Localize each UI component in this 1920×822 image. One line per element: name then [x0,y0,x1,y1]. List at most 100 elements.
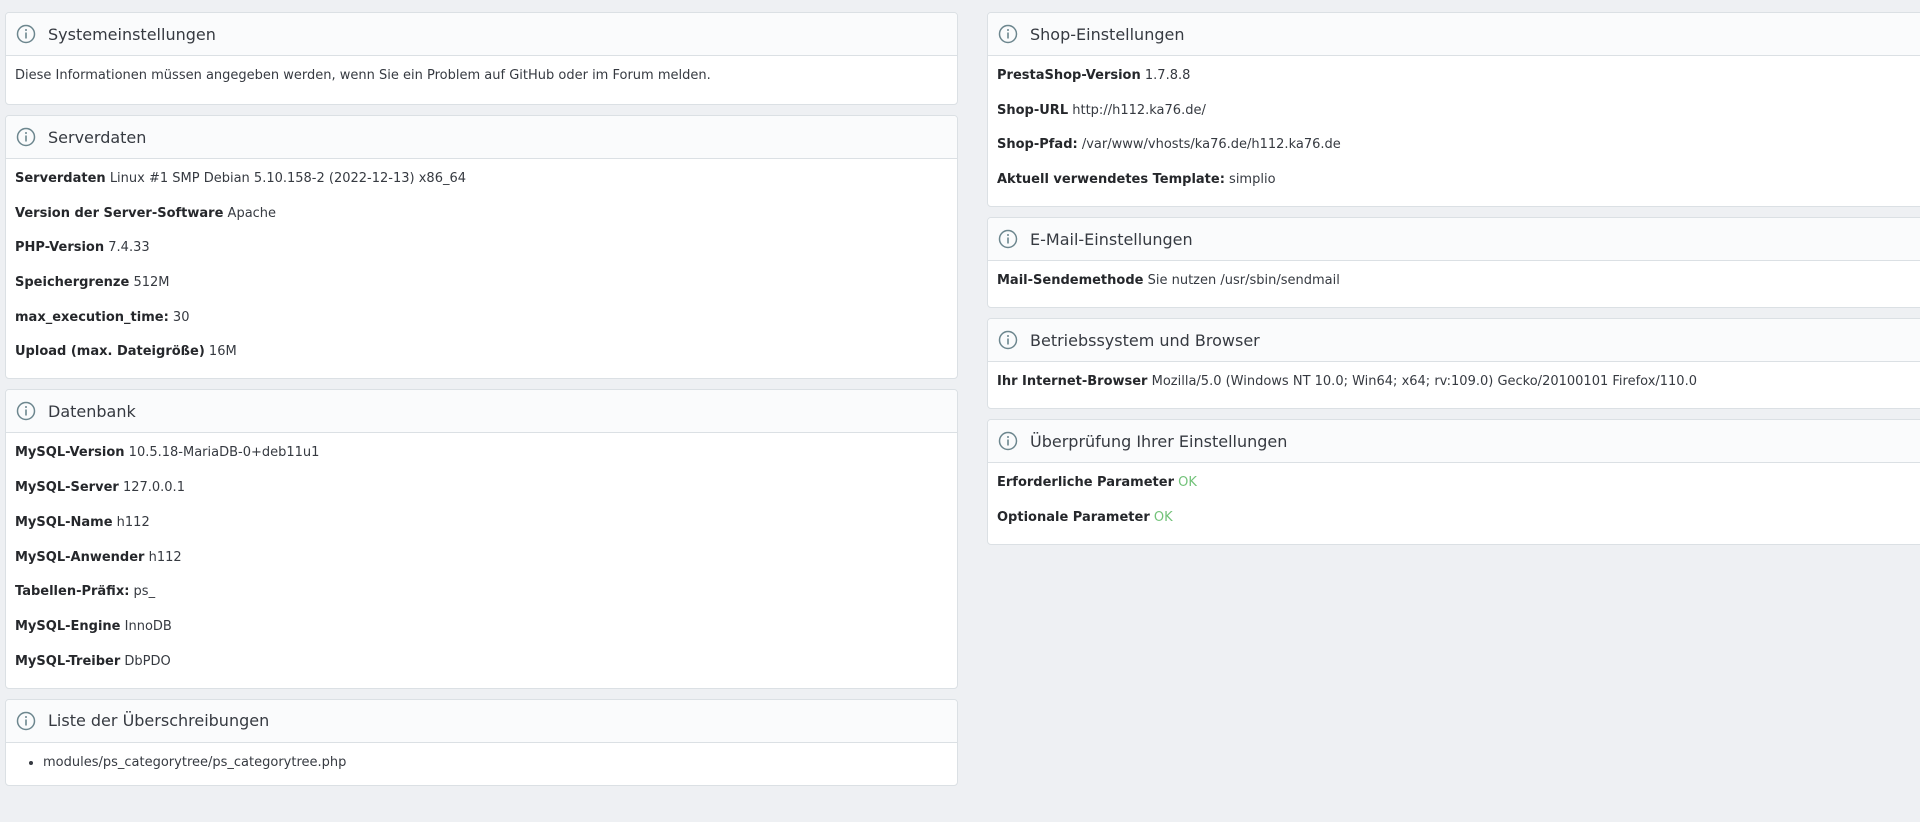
panel-header: Datenbank [6,390,957,434]
info-row: Serverdaten Linux #1 SMP Debian 5.10.158… [15,169,948,204]
info-icon [16,711,36,731]
right-column: Shop-Einstellungen PrestaShop-Version 1.… [987,12,1920,555]
panel-title: Datenbank [48,401,136,421]
row-value: 16M [208,344,237,360]
panel-title: Betriebssystem und Browser [1030,330,1260,350]
row-value: Apache [227,205,277,221]
panel-title: Systemeinstellungen [48,24,216,44]
row-value: http://h112.ka76.de/ [1072,102,1206,118]
panel-server-data: Serverdaten Serverdaten Linux #1 SMP Deb… [5,115,958,380]
row-label: Erforderliche Parameter [997,475,1174,491]
row-label: Optionale Parameter [997,509,1150,525]
info-row: Version der Server-Software Apache [15,204,948,239]
panel-header: Serverdaten [6,116,957,159]
info-row: Ihr Internet-Browser Mozilla/5.0 (Window… [997,372,1917,396]
panel-header: E-Mail-Einstellungen [988,218,1920,262]
panel-overrides: Liste der Überschreibungen modules/ps_ca… [5,698,958,786]
info-row: PrestaShop-Version 1.7.8.8 [997,66,1917,101]
panel-header: Systemeinstellungen [6,13,957,56]
panel-header: Shop-Einstellungen [988,13,1920,56]
row-label: Tabellen-Präfix: [15,584,130,600]
info-row: Erforderliche Parameter OK [997,473,1917,508]
panel-body: modules/ps_categorytree/ps_categorytree.… [6,743,957,785]
info-row: max_execution_time: 30 [15,308,948,343]
panel-shop-settings: Shop-Einstellungen PrestaShop-Version 1.… [987,12,1920,208]
row-label: PrestaShop-Version [997,68,1141,83]
info-row: MySQL-Engine InnoDB [15,617,948,652]
info-row: Mail-Sendemethode Sie nutzen /usr/sbin/s… [997,271,1917,295]
info-icon [16,24,36,44]
row-label: MySQL-Version [15,445,125,461]
info-row: Aktuell verwendetes Template: simplio [997,170,1917,194]
row-value: ps_ [133,584,156,600]
status-ok: OK [1178,475,1197,491]
info-row: Shop-Pfad: /var/www/vhosts/ka76.de/h112.… [997,135,1917,170]
info-icon [998,431,1018,451]
row-label: MySQL-Engine [15,618,121,634]
info-row: MySQL-Version 10.5.18-MariaDB-0+deb11u1 [15,443,948,478]
info-row: MySQL-Treiber DbPDO [15,652,948,676]
row-value: 10.5.18-MariaDB-0+deb11u1 [128,445,320,461]
panel-body: PrestaShop-Version 1.7.8.8 Shop-URL http… [988,56,1920,206]
row-value: DbPDO [124,653,171,669]
row-value: 127.0.0.1 [122,480,185,496]
row-value: 512M [133,275,170,291]
row-label: Shop-URL [997,102,1069,118]
info-row: MySQL-Anwender h112 [15,548,948,583]
row-value: 1.7.8.8 [1144,68,1191,83]
row-value: InnoDB [124,618,172,634]
info-row: MySQL-Name h112 [15,513,948,548]
panel-database: Datenbank MySQL-Version 10.5.18-MariaDB-… [5,389,958,689]
row-label: MySQL-Anwender [15,549,145,565]
row-value: h112 [148,549,182,565]
panel-body: MySQL-Version 10.5.18-MariaDB-0+deb11u1 … [6,433,957,687]
panel-body: Ihr Internet-Browser Mozilla/5.0 (Window… [988,362,1920,408]
row-label: Speichergrenze [15,275,130,291]
panel-body: Serverdaten Linux #1 SMP Debian 5.10.158… [6,159,957,378]
row-label: Ihr Internet-Browser [997,374,1148,390]
info-icon [998,24,1018,44]
info-row: Optionale Parameter OK [997,508,1917,532]
panel-header: Überprüfung Ihrer Einstellungen [988,420,1920,464]
panel-mail-settings: E-Mail-Einstellungen Mail-Sendemethode S… [987,217,1920,309]
info-row: Speichergrenze 512M [15,273,948,308]
panel-title: Überprüfung Ihrer Einstellungen [1030,431,1288,451]
row-label: MySQL-Treiber [15,653,121,669]
info-icon [998,330,1018,350]
info-row: PHP-Version 7.4.33 [15,238,948,273]
page: Systemeinstellungen Diese Informationen … [0,0,1920,822]
system-description: Diese Informationen müssen angegeben wer… [15,68,711,83]
row-label: Shop-Pfad: [997,137,1078,153]
row-label: Upload (max. Dateigröße) [15,344,205,360]
row-label: Aktuell verwendetes Template: [997,172,1225,188]
row-value: h112 [116,514,150,530]
info-icon [998,229,1018,249]
info-icon [16,401,36,421]
row-value: Mozilla/5.0 (Windows NT 10.0; Win64; x64… [1151,374,1697,390]
info-icon [16,127,36,147]
row-value: 7.4.33 [108,240,150,256]
row-label: max_execution_time: [15,309,169,325]
row-value: /var/www/vhosts/ka76.de/h112.ka76.de [1081,137,1341,153]
list-item: modules/ps_categorytree/ps_categorytree.… [43,753,948,773]
row-label: PHP-Version [15,240,105,256]
panel-body: Mail-Sendemethode Sie nutzen /usr/sbin/s… [988,261,1920,307]
row-label: MySQL-Server [15,480,119,496]
overrides-list: modules/ps_categorytree/ps_categorytree.… [15,753,948,773]
panel-os-browser: Betriebssystem und Browser Ihr Internet-… [987,318,1920,410]
panel-body: Erforderliche Parameter OK Optionale Par… [988,463,1920,544]
panel-settings-check: Überprüfung Ihrer Einstellungen Erforder… [987,419,1920,545]
row-label: Version der Server-Software [15,205,224,221]
panel-header: Liste der Überschreibungen [6,699,957,743]
status-ok: OK [1153,509,1173,525]
left-column: Systemeinstellungen Diese Informationen … [5,12,958,796]
row-label: MySQL-Name [15,514,113,530]
info-row: MySQL-Server 127.0.0.1 [15,478,948,513]
panel-title: Shop-Einstellungen [1030,24,1185,44]
info-row: Shop-URL http://h112.ka76.de/ [997,101,1917,136]
panel-header: Betriebssystem und Browser [988,319,1920,363]
row-value: 30 [172,309,190,325]
row-value: simplio [1229,172,1276,188]
row-label: Mail-Sendemethode [997,273,1144,289]
panel-body: Diese Informationen müssen angegeben wer… [6,56,957,104]
